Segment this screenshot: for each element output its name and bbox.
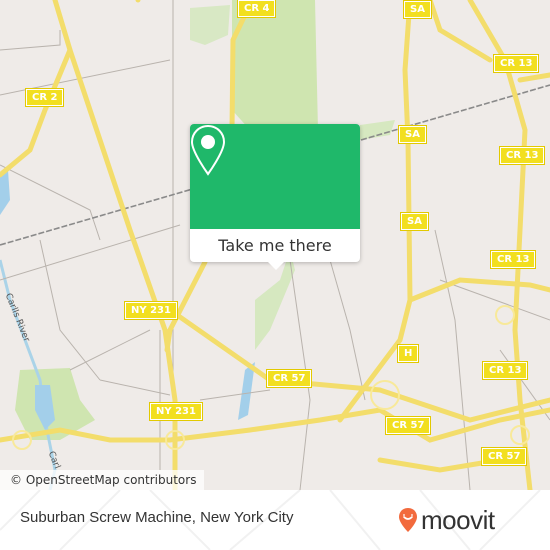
road-shield: CR 13 — [489, 250, 537, 269]
take-me-there-button[interactable]: Take me there — [190, 229, 360, 262]
road-shield: CR 57 — [265, 369, 313, 388]
road-shield: CR 13 — [481, 361, 529, 380]
map-attribution[interactable]: © OpenStreetMap contributors — [0, 470, 205, 490]
road-shield: CR 57 — [384, 416, 432, 435]
road-shield: CR 2 — [24, 88, 65, 107]
moovit-wordmark: moovit — [421, 504, 495, 535]
road-shield: SA — [400, 212, 429, 231]
road-shield: CR 13 — [492, 54, 540, 73]
location-popup: Take me there — [190, 124, 360, 270]
map-pin-icon — [190, 124, 226, 176]
road-shield: NY 231 — [149, 402, 203, 421]
park-area — [190, 5, 230, 45]
popup-tail — [268, 262, 284, 270]
moovit-pin-icon — [399, 508, 417, 532]
road-shield: H — [396, 344, 420, 363]
popup-header — [190, 124, 360, 229]
road-shield: CR 4 — [236, 0, 277, 18]
place-title: Suburban Screw Machine, New York City — [20, 509, 294, 526]
road-shield: CR 57 — [480, 447, 528, 466]
moovit-logo[interactable]: moovit — [398, 505, 495, 535]
park-area — [360, 120, 395, 140]
map[interactable]: CR 4 SA CR 13 CR 2 SA CR 13 SA CR 13 NY … — [0, 0, 550, 490]
road-shield: SA — [403, 0, 432, 19]
road-shield: CR 13 — [498, 146, 546, 165]
road-shield: NY 231 — [124, 301, 178, 320]
road-shield: SA — [398, 125, 427, 144]
